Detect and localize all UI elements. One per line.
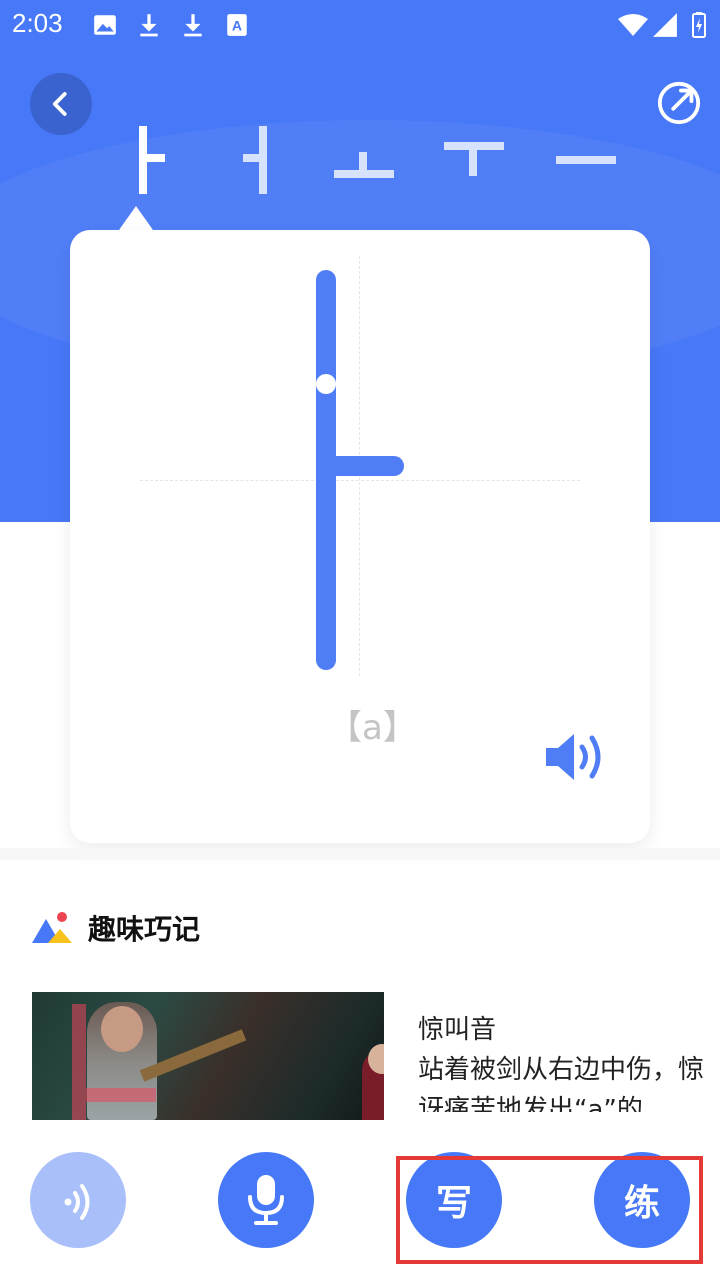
write-label: 写 xyxy=(435,1183,472,1224)
tab-letter-o[interactable]: ㅗ xyxy=(318,118,408,198)
person-figure xyxy=(362,1044,384,1120)
mnemonic-description: 惊叫音 站着被剑从右边中伤，惊 讶痛苦地发出“a”的 xyxy=(418,1010,708,1112)
letter-a-glyph xyxy=(139,126,165,194)
wifi-icon xyxy=(618,14,648,36)
selected-tab-pointer xyxy=(119,206,153,230)
sound-wave-icon xyxy=(64,1184,90,1220)
mountain-icon xyxy=(32,912,72,943)
signal-icon xyxy=(653,13,677,37)
letter-eu-glyph xyxy=(556,156,616,164)
status-bar: 2:03 A xyxy=(0,0,720,52)
download-icon xyxy=(184,14,202,37)
bottom-action-bar: 写 练 xyxy=(0,1120,720,1280)
download-icon xyxy=(140,14,158,37)
svg-text:A: A xyxy=(232,17,242,33)
practice-label: 练 xyxy=(623,1183,660,1224)
letter-card: 【a】 xyxy=(70,230,650,843)
description-line-partial: 讶痛苦地发出“a”的 xyxy=(418,1095,643,1112)
tab-letter-a[interactable]: ㅏ xyxy=(100,118,180,198)
tab-letter-eo[interactable]: ㅓ xyxy=(212,118,292,198)
letter-tab-list: ㅏ ㅓ ㅗ ㅜ ㅡ xyxy=(0,118,720,198)
person-figure xyxy=(87,1002,157,1120)
record-button[interactable] xyxy=(218,1152,314,1248)
description-title: 惊叫音 xyxy=(418,1015,497,1045)
listen-button[interactable] xyxy=(30,1152,126,1248)
write-button[interactable]: 写 xyxy=(406,1152,502,1248)
arrow-left-icon xyxy=(52,92,67,116)
description-line: 站着被剑从右边中伤，惊 xyxy=(418,1055,705,1085)
practice-button[interactable]: 练 xyxy=(594,1152,690,1248)
section-header: 趣味巧记 xyxy=(32,906,200,950)
status-time: 2:03 xyxy=(12,8,63,38)
stroke-letter[interactable] xyxy=(70,230,650,690)
translate-icon: A xyxy=(227,14,247,36)
section-title: 趣味巧记 xyxy=(88,913,201,946)
tab-letter-eu[interactable]: ㅡ xyxy=(540,118,630,198)
mnemonic-video-thumbnail[interactable] xyxy=(32,992,384,1120)
romanization-text: 【a】 xyxy=(328,708,417,748)
letter-overlay xyxy=(86,1088,156,1102)
tab-letter-u[interactable]: ㅜ xyxy=(428,118,518,198)
speaker-icon[interactable] xyxy=(544,730,610,784)
section-divider xyxy=(0,848,720,860)
image-icon xyxy=(94,15,116,35)
letter-o-glyph xyxy=(334,152,394,178)
letter-eo-glyph xyxy=(243,126,267,194)
letter-u-glyph xyxy=(444,142,504,176)
microphone-icon xyxy=(248,1175,284,1225)
battery-icon xyxy=(692,12,706,38)
letter-overlay xyxy=(72,1004,86,1120)
